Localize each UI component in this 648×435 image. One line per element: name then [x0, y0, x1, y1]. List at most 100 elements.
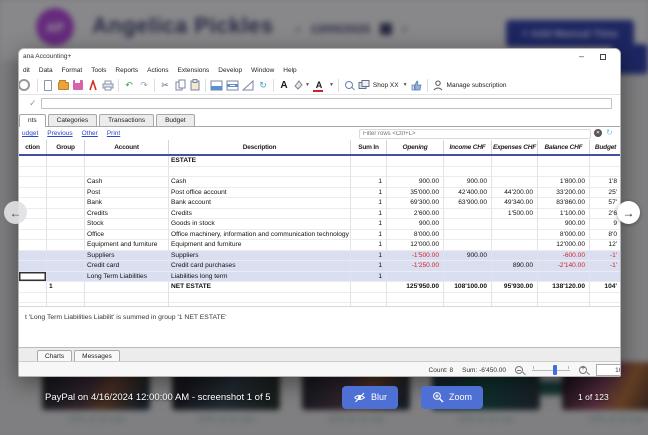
- menu-item-6[interactable]: Extensions: [173, 67, 213, 74]
- tab-0[interactable]: nts: [19, 114, 46, 127]
- cell[interactable]: [351, 303, 387, 306]
- windows-icon[interactable]: [358, 79, 370, 92]
- cell[interactable]: 1'100.00: [538, 208, 590, 219]
- cell[interactable]: 1: [351, 271, 387, 282]
- cell[interactable]: 138'120.00: [538, 282, 590, 293]
- cell[interactable]: 1: [351, 177, 387, 188]
- cell[interactable]: [47, 303, 85, 306]
- cell[interactable]: [19, 282, 47, 293]
- zoom-in-icon[interactable]: +: [579, 365, 587, 374]
- confirm-icon[interactable]: ✓: [29, 98, 37, 109]
- table-row[interactable]: Stock Goods in stock 1 900.00 900.00 9: [19, 219, 620, 230]
- cell[interactable]: Bank: [85, 198, 169, 209]
- table-row[interactable]: Suppliers Suppliers 1 -1'500.00 900.00 -600.0…: [19, 250, 620, 261]
- cell[interactable]: [47, 166, 85, 177]
- column-header-8[interactable]: Balance CHF: [538, 140, 590, 154]
- cell[interactable]: -1': [590, 250, 620, 261]
- cell[interactable]: [492, 229, 538, 240]
- column-header-7[interactable]: Expenses CHF: [492, 140, 538, 154]
- column-header-0[interactable]: ction: [19, 140, 47, 154]
- cell[interactable]: [538, 292, 590, 303]
- cell[interactable]: Equipment and furniture: [85, 240, 169, 251]
- column-header-4[interactable]: Sum In: [351, 140, 387, 154]
- menu-item-9[interactable]: Help: [279, 67, 300, 74]
- cell[interactable]: [444, 271, 492, 282]
- cell[interactable]: [492, 240, 538, 251]
- cell[interactable]: [47, 198, 85, 209]
- table-row[interactable]: [19, 292, 620, 303]
- cell[interactable]: [538, 166, 590, 177]
- cell[interactable]: 890.00: [492, 261, 538, 272]
- table-row[interactable]: Post Post office account 1 35'000.00 42'400.…: [19, 187, 620, 198]
- cell[interactable]: NET ESTATE: [169, 282, 351, 293]
- cell[interactable]: [590, 271, 620, 282]
- previous-screenshot-button[interactable]: ←: [4, 201, 27, 224]
- cell[interactable]: [19, 292, 47, 303]
- tab-3[interactable]: Budget: [156, 114, 195, 126]
- cell[interactable]: Liabilities long term: [169, 271, 351, 282]
- cell[interactable]: [85, 166, 169, 177]
- open-file-icon[interactable]: [57, 79, 69, 92]
- cell[interactable]: Office: [85, 229, 169, 240]
- cell[interactable]: [492, 166, 538, 177]
- cell[interactable]: [47, 240, 85, 251]
- cell[interactable]: 1'500.00: [492, 208, 538, 219]
- menu-item-2[interactable]: Format: [58, 67, 87, 74]
- cell[interactable]: 42'400.00: [444, 187, 492, 198]
- cell[interactable]: [492, 250, 538, 261]
- maximize-icon[interactable]: [600, 54, 606, 60]
- cell[interactable]: Suppliers: [169, 250, 351, 261]
- cell[interactable]: [47, 229, 85, 240]
- undo-icon[interactable]: ↶: [123, 79, 135, 92]
- cell[interactable]: 9: [590, 219, 620, 230]
- cell[interactable]: -600.00: [538, 250, 590, 261]
- cell[interactable]: [387, 303, 444, 306]
- cell[interactable]: [351, 292, 387, 303]
- cell[interactable]: 1'8: [590, 177, 620, 188]
- cell[interactable]: [351, 282, 387, 293]
- font-color-icon[interactable]: A: [312, 79, 325, 92]
- filter-refresh-icon[interactable]: ↻: [606, 128, 613, 137]
- cell[interactable]: 1: [351, 187, 387, 198]
- view-link-3[interactable]: Print: [107, 130, 120, 137]
- cell[interactable]: 1: [351, 250, 387, 261]
- paste-icon[interactable]: [189, 79, 201, 92]
- print-icon[interactable]: [102, 79, 114, 92]
- new-file-icon[interactable]: [42, 79, 54, 92]
- table-row[interactable]: Office Office machinery, information and …: [19, 229, 620, 240]
- menu-item-8[interactable]: Window: [247, 67, 278, 74]
- cell[interactable]: 900.00: [387, 219, 444, 230]
- cell[interactable]: 83'860.00: [538, 198, 590, 209]
- cell[interactable]: -1': [590, 261, 620, 272]
- cell[interactable]: [19, 271, 47, 282]
- cell[interactable]: Credit card purchases: [169, 261, 351, 272]
- cell[interactable]: Equipment and furniture: [169, 240, 351, 251]
- cell[interactable]: 12': [590, 240, 620, 251]
- cell[interactable]: [19, 261, 47, 272]
- cell[interactable]: 900.00: [538, 219, 590, 230]
- menu-item-7[interactable]: Develop: [214, 67, 246, 74]
- column-header-3[interactable]: Description: [169, 140, 351, 154]
- thumbs-up-icon[interactable]: [411, 79, 423, 92]
- cell[interactable]: 900.00: [387, 177, 444, 188]
- cell[interactable]: [444, 303, 492, 306]
- menu-item-4[interactable]: Reports: [111, 67, 142, 74]
- shop-dropdown[interactable]: Shop XX: [373, 82, 399, 89]
- cell[interactable]: 108'100.00: [444, 282, 492, 293]
- pdf-icon[interactable]: [87, 79, 99, 92]
- table-row[interactable]: Bank Bank account 1 69'300.00 63'900.00 49'34…: [19, 198, 620, 209]
- cell[interactable]: [351, 156, 387, 167]
- cell[interactable]: Credits: [85, 208, 169, 219]
- cell[interactable]: 8'000.00: [538, 229, 590, 240]
- cell[interactable]: [444, 219, 492, 230]
- cell[interactable]: [444, 229, 492, 240]
- cell[interactable]: Credits: [169, 208, 351, 219]
- cell[interactable]: [590, 156, 620, 167]
- cell[interactable]: [444, 240, 492, 251]
- menu-item-1[interactable]: Data: [35, 67, 57, 74]
- cell[interactable]: 63'900.00: [444, 198, 492, 209]
- shop-caret-icon[interactable]: ▼: [403, 82, 408, 88]
- cell[interactable]: [47, 208, 85, 219]
- cell[interactable]: [387, 292, 444, 303]
- view-link-0[interactable]: udget: [22, 130, 38, 137]
